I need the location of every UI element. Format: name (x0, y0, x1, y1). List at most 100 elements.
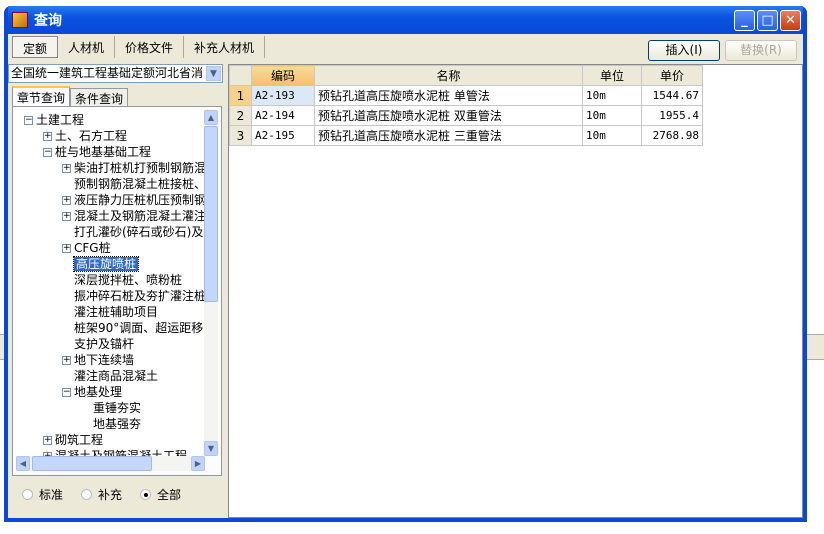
table-row[interactable]: 3 A2-195 预钻孔道高压旋喷水泥桩 三重管法 10m 2768.98 (229, 125, 703, 146)
column-header-price[interactable]: 单价 (641, 65, 703, 86)
cell-unit[interactable]: 10m (582, 85, 642, 106)
column-header-unit[interactable]: 单位 (582, 65, 642, 86)
tab-chapter-search[interactable]: 章节查询 (12, 86, 71, 106)
tree-node[interactable]: 高压旋喷桩 (72, 256, 140, 272)
tree-node[interactable]: 预制钢筋混凝土桩接桩、 (74, 176, 205, 192)
tree-node-label: 支护及锚杆 (74, 337, 135, 351)
tree-node-label: 土建工程 (36, 113, 85, 127)
cell-unit[interactable]: 10m (582, 105, 642, 126)
scroll-down-button[interactable]: ▼ (204, 441, 218, 456)
tree-node[interactable]: 支护及锚杆 (74, 336, 134, 352)
expand-icon[interactable]: + (62, 244, 71, 253)
tree-node[interactable]: 深层搅拌桩、喷粉桩 (74, 272, 182, 288)
tab-materials[interactable]: 人材机 (58, 36, 116, 58)
expand-icon[interactable]: + (43, 132, 52, 141)
main-tabs: 定额 人材机 价格文件 补充人材机 (12, 36, 266, 58)
tree-node-label: 液压静力压桩机压预制钢 (74, 193, 205, 207)
cell-code[interactable]: A2-195 (251, 125, 315, 146)
tree-node[interactable]: 地下连续墙 (74, 352, 134, 368)
tree-node[interactable]: 液压静力压桩机压预制钢 (74, 192, 205, 208)
chapter-tree[interactable]: − 土建工程 + 土、石方工程 − 桩与地基基础工程 + 柴油打桩机打预制钢筋混 预制钢筋混凝土… (16, 110, 205, 456)
tab-supplement-materials[interactable]: 补充人材机 (184, 36, 266, 58)
tree-node[interactable]: 砌筑工程 (55, 432, 103, 448)
row-number[interactable]: 2 (229, 105, 252, 126)
minimize-button[interactable]: _ (734, 9, 755, 31)
maximize-button[interactable]: □ (757, 9, 778, 31)
tree-node[interactable]: 重锤夯实 (93, 400, 141, 416)
collapse-icon[interactable]: − (62, 388, 71, 397)
insert-button[interactable]: 插入(I) (648, 40, 720, 61)
tree-node[interactable]: 灌注桩辅助项目 (74, 304, 158, 320)
expand-icon[interactable]: + (62, 196, 71, 205)
tree-node[interactable]: 桩与地基基础工程 (55, 144, 151, 160)
query-dialog: 查询 _ □ ✕ 定额 人材机 价格文件 补充人材机 插入(I) 替换(R) 全… (4, 6, 807, 522)
tree-node[interactable]: 柴油打桩机打预制钢筋混 (74, 160, 205, 176)
table-row[interactable]: 2 A2-194 预钻孔道高压旋喷水泥桩 双重管法 10m 1955.4 (229, 105, 703, 126)
scroll-right-button[interactable]: ▶ (191, 456, 205, 471)
radio-circle[interactable] (140, 489, 152, 500)
vertical-scrollbar[interactable]: ▲ ▼ (204, 110, 218, 456)
row-number[interactable]: 3 (229, 125, 252, 146)
cell-price[interactable]: 1955.4 (641, 105, 703, 126)
tree-node[interactable]: 地基处理 (74, 384, 122, 400)
tree-node-label: 打孔灌砂(碎石或砂石)及 (74, 225, 204, 239)
title-bar[interactable]: 查询 _ □ ✕ (8, 6, 803, 34)
collapse-icon[interactable]: − (43, 148, 52, 157)
replace-button[interactable]: 替换(R) (725, 40, 797, 61)
cell-name[interactable]: 预钻孔道高压旋喷水泥桩 单管法 (314, 85, 583, 106)
cell-unit[interactable]: 10m (582, 125, 642, 146)
tree-node[interactable]: 打孔灌砂(碎石或砂石)及 (74, 224, 203, 240)
tree-node-label: 混凝土及钢筋混凝土灌注 (74, 209, 205, 223)
tab-quota[interactable]: 定额 (12, 36, 59, 58)
horizontal-scrollbar[interactable]: ◀ ▶ (16, 456, 205, 471)
radio-circle[interactable] (22, 489, 33, 500)
cell-code[interactable]: A2-194 (251, 105, 315, 126)
radio-label: 标准 (39, 488, 64, 502)
table-row[interactable]: 1 A2-193 预钻孔道高压旋喷水泥桩 单管法 10m 1544.67 (229, 85, 703, 106)
vertical-scroll-thumb[interactable] (204, 126, 218, 302)
tree-node[interactable]: CFG桩 (74, 240, 111, 256)
collapse-icon[interactable]: − (24, 116, 33, 125)
chevron-down-icon[interactable]: ▼ (206, 66, 221, 81)
cell-name[interactable]: 预钻孔道高压旋喷水泥桩 双重管法 (314, 105, 583, 126)
tree-node[interactable]: 灌注商品混凝土 (74, 368, 158, 384)
tree-node[interactable]: 混凝土及钢筋混凝土工程 (55, 448, 187, 456)
cell-name[interactable]: 预钻孔道高压旋喷水泥桩 三重管法 (314, 125, 583, 146)
row-number[interactable]: 1 (229, 85, 252, 106)
tree-node[interactable]: 土建工程 (36, 112, 84, 128)
tree-node-label: 灌注商品混凝土 (74, 369, 159, 383)
column-header-code[interactable]: 编码 (251, 65, 315, 86)
tree-node[interactable]: 振冲碎石桩及夯扩灌注桩 (74, 288, 205, 304)
tree-node-label: 地下连续墙 (74, 353, 135, 367)
cell-price[interactable]: 2768.98 (641, 125, 703, 146)
tree-node-label: 高压旋喷桩 (72, 256, 140, 272)
filter-radio[interactable]: 补充 (81, 486, 122, 503)
expand-icon[interactable]: + (43, 436, 52, 445)
tree-node-label: 柴油打桩机打预制钢筋混 (74, 161, 205, 175)
horizontal-scroll-thumb[interactable] (32, 456, 152, 471)
scroll-up-button[interactable]: ▲ (204, 110, 218, 125)
library-select[interactable]: 全国统一建筑工程基础定额河北省消 ▼ (8, 64, 223, 83)
tree-node[interactable]: 混凝土及钢筋混凝土灌注 (74, 208, 205, 224)
expand-icon[interactable]: + (62, 212, 71, 221)
expand-icon[interactable]: + (62, 164, 71, 173)
tree-node-label: 预制钢筋混凝土桩接桩、 (74, 177, 205, 191)
close-button[interactable]: ✕ (780, 9, 801, 31)
cell-code[interactable]: A2-193 (251, 85, 315, 106)
filter-radio[interactable]: 全部 (140, 486, 181, 503)
radio-circle[interactable] (81, 489, 93, 500)
tree-node[interactable]: 桩架90°调面、超运距移 (74, 320, 203, 336)
cell-price[interactable]: 1544.67 (641, 85, 703, 106)
expand-icon[interactable]: + (62, 356, 71, 365)
scroll-left-button[interactable]: ◀ (16, 456, 30, 471)
tree-node[interactable]: 地基强夯 (93, 416, 141, 432)
column-header-name[interactable]: 名称 (314, 65, 583, 86)
tab-price-file[interactable]: 价格文件 (115, 36, 185, 58)
tab-condition-search[interactable]: 条件查询 (70, 88, 129, 106)
tree-node-label: 土、石方工程 (55, 129, 128, 143)
filter-radio-group: 标准 补充 全部 (22, 486, 181, 503)
tree-node[interactable]: 土、石方工程 (55, 128, 127, 144)
tree-node-label: 桩与地基基础工程 (55, 145, 152, 159)
dialog-client: 定额 人材机 价格文件 补充人材机 插入(I) 替换(R) 全国统一建筑工程基础… (8, 34, 803, 518)
filter-radio[interactable]: 标准 (22, 486, 63, 503)
